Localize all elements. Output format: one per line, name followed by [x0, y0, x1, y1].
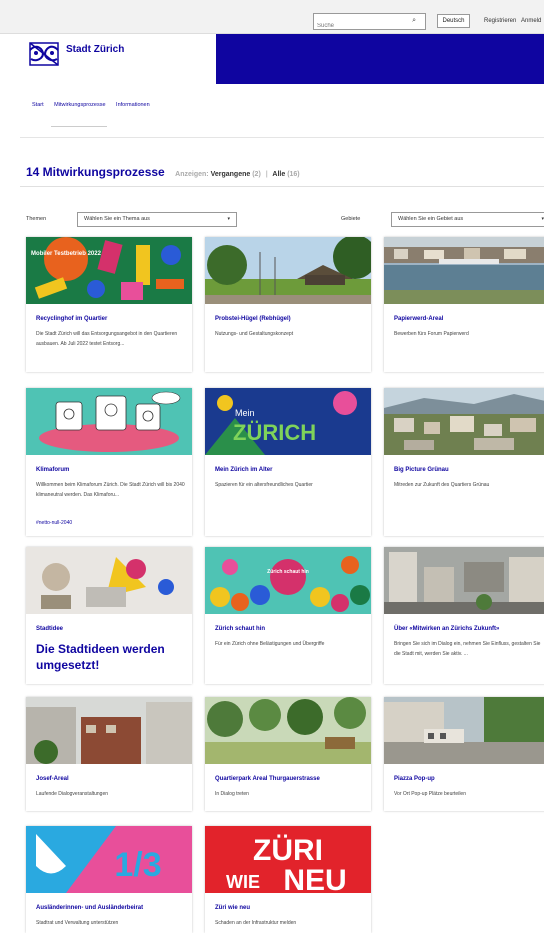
language-button[interactable]: Deutsch: [437, 14, 470, 28]
card-headline: Die Stadtideen werden umgesetzt!: [36, 642, 165, 672]
card-title: Mein Zürich im Alter: [215, 467, 273, 473]
card-description: Spazieren für ein altersfreundliches Qua…: [215, 482, 313, 488]
logo-link[interactable]: Stadt Zürich: [20, 36, 216, 84]
card-description: Nutzungs- und Gestaltungskonzept: [215, 331, 294, 337]
card-description: Bringen Sie sich im Dialog ein, nehmen S…: [394, 641, 541, 657]
card-image: [205, 237, 371, 304]
card-description: Laufende Dialogveranstaltungen: [36, 791, 108, 797]
card-image: [26, 388, 192, 455]
card-title: Quartierpark Areal Thurgauerstrasse: [215, 776, 320, 782]
process-card[interactable]: Mein ZÜRICH Mein Zürich im Alter Spazier…: [205, 388, 371, 536]
card-image: Mobiler Testbetrieb 2022: [26, 237, 192, 304]
nav-active-indicator: [51, 126, 107, 127]
themes-label: Themen: [26, 216, 47, 222]
filter-separator: |: [265, 171, 268, 178]
login-link[interactable]: Anmeld: [521, 18, 541, 24]
poster-text: WIE: [226, 872, 260, 892]
card-description: Mitreden zur Zukunft des Quartiers Grüna…: [394, 482, 490, 488]
card-title: Recyclinghof im Quartier: [36, 316, 108, 322]
process-card[interactable]: Mobiler Testbetrieb 2022 Recyclinghof im…: [26, 237, 192, 372]
areas-select-value: Wählen Sie ein Gebiet aus: [398, 216, 464, 222]
poster-text: ZÜRICH: [233, 420, 316, 445]
nav-divider: [20, 137, 544, 138]
process-card[interactable]: Josef-Areal Laufende Dialogveranstaltung…: [26, 697, 192, 811]
card-image: [384, 697, 544, 764]
card-title: Probstei-Hügel (Rebhügel): [215, 316, 291, 322]
poster-text: Mein: [235, 408, 255, 418]
page-heading: 14 Mitwirkungsprozesse Anzeigen: Vergang…: [26, 163, 300, 181]
card-title: Big Picture Grünau: [394, 467, 449, 473]
card-title: Über «Mitwirken an Zürichs Zukunft»: [394, 626, 500, 632]
areas-select[interactable]: Wählen Sie ein Gebiet aus ▾: [391, 212, 544, 227]
card-description: Willkommen beim Klimaforum Zürich. Die S…: [36, 482, 185, 498]
process-card[interactable]: Über «Mitwirken an Zürichs Zukunft» Brin…: [384, 547, 544, 684]
header-banner: [216, 34, 544, 84]
process-card[interactable]: Zürich schaut hin Zürich schaut hin Für …: [205, 547, 371, 684]
card-hashtag[interactable]: #netto-null-2040: [36, 520, 72, 526]
process-card[interactable]: 1/3 Ausländerinnen- und Ausländerbeirat …: [26, 826, 192, 933]
card-image: Zürich schaut hin: [205, 547, 371, 614]
card-image: [384, 237, 544, 304]
card-description: Bewerben fürs Forum Papierwerd: [394, 331, 469, 337]
card-title: Ausländerinnen- und Ausländerbeirat: [36, 905, 144, 911]
chevron-down-icon: ▾: [227, 216, 230, 222]
status-filter: Anzeigen: Vergangene (2) | Alle (16): [175, 171, 299, 178]
card-description: In Dialog treten: [215, 791, 249, 797]
nav-item-information[interactable]: Informationen: [116, 102, 150, 108]
poster-text: NEU: [283, 864, 346, 893]
card-image: [205, 697, 371, 764]
themes-select-value: Wählen Sie ein Thema aus: [84, 216, 150, 222]
process-card[interactable]: Stadtidee Die Stadtideen werden umgesetz…: [26, 547, 192, 684]
process-card[interactable]: Klimaforum Willkommen beim Klimaforum Zü…: [26, 388, 192, 536]
process-card[interactable]: Probstei-Hügel (Rebhügel) Nutzungs- und …: [205, 237, 371, 372]
card-description: Die Stadt Zürich will das Entsorgungsang…: [36, 331, 178, 347]
main-nav: Start Mitwirkungsprozesse Informationen: [32, 102, 159, 108]
card-image: [384, 547, 544, 614]
poster-text: Mobiler Testbetrieb 2022: [31, 251, 102, 257]
process-card[interactable]: ZÜRI WIE NEU Züri wie neu Schaden an der…: [205, 826, 371, 933]
card-title: Josef-Areal: [36, 776, 69, 782]
card-title: Züri wie neu: [215, 905, 251, 911]
card-description: Für ein Zürich ohne Belästigungen und Üb…: [215, 641, 325, 647]
card-image: 1/3: [26, 826, 192, 893]
register-link[interactable]: Registrieren: [484, 18, 516, 24]
process-card[interactable]: Quartierpark Areal Thurgauerstrasse In D…: [205, 697, 371, 811]
card-image: [26, 547, 192, 614]
areas-label: Gebiete: [341, 216, 361, 222]
filter-all-link[interactable]: Alle: [272, 171, 285, 178]
card-title: Piazza Pop-up: [394, 776, 435, 782]
process-card[interactable]: Big Picture Grünau Mitreden zur Zukunft …: [384, 388, 544, 536]
heading-divider: [20, 186, 544, 187]
zurich-lion-logo-icon: [29, 42, 59, 66]
all-count: (16): [287, 171, 300, 178]
themes-select[interactable]: Wählen Sie ein Thema aus ▾: [77, 212, 237, 227]
card-title: Papierwerd-Areal: [394, 316, 444, 322]
card-description: Schaden an der Infrastruktur melden: [215, 920, 297, 926]
card-description: Vor Ort Pop-up Plätze beurteilen: [394, 791, 466, 797]
poster-text: Zürich schaut hin: [267, 569, 309, 575]
card-title: Stadtidee: [36, 626, 64, 632]
process-card[interactable]: Piazza Pop-up Vor Ort Pop-up Plätze beur…: [384, 697, 544, 811]
card-image: [26, 697, 192, 764]
card-image: Mein ZÜRICH: [205, 388, 371, 455]
nav-item-processes[interactable]: Mitwirkungsprozesse: [54, 102, 105, 108]
show-label: Anzeigen:: [175, 171, 209, 178]
page-title: 14 Mitwirkungsprozesse: [26, 165, 165, 179]
card-image: ZÜRI WIE NEU: [205, 826, 371, 893]
poster-text: 1/3: [114, 846, 161, 884]
nav-item-start[interactable]: Start: [32, 102, 44, 108]
poster-text: ZÜRI: [253, 834, 323, 867]
filter-past-link[interactable]: Vergangene: [211, 171, 251, 178]
process-card[interactable]: Papierwerd-Areal Bewerben fürs Forum Pap…: [384, 237, 544, 372]
top-utility-bar: ⌕ Deutsch Registrieren Anmeld: [0, 0, 544, 34]
card-title: Klimaforum: [36, 467, 70, 473]
card-description: Stadtrat und Verwaltung unterstützen: [36, 920, 119, 926]
search-input[interactable]: [314, 18, 404, 34]
card-image: [384, 388, 544, 455]
search-box[interactable]: ⌕: [313, 13, 426, 34]
brand-name: Stadt Zürich: [66, 44, 125, 55]
search-icon[interactable]: ⌕: [412, 17, 416, 25]
past-count: (2): [252, 171, 261, 178]
card-title: Zürich schaut hin: [215, 626, 266, 632]
